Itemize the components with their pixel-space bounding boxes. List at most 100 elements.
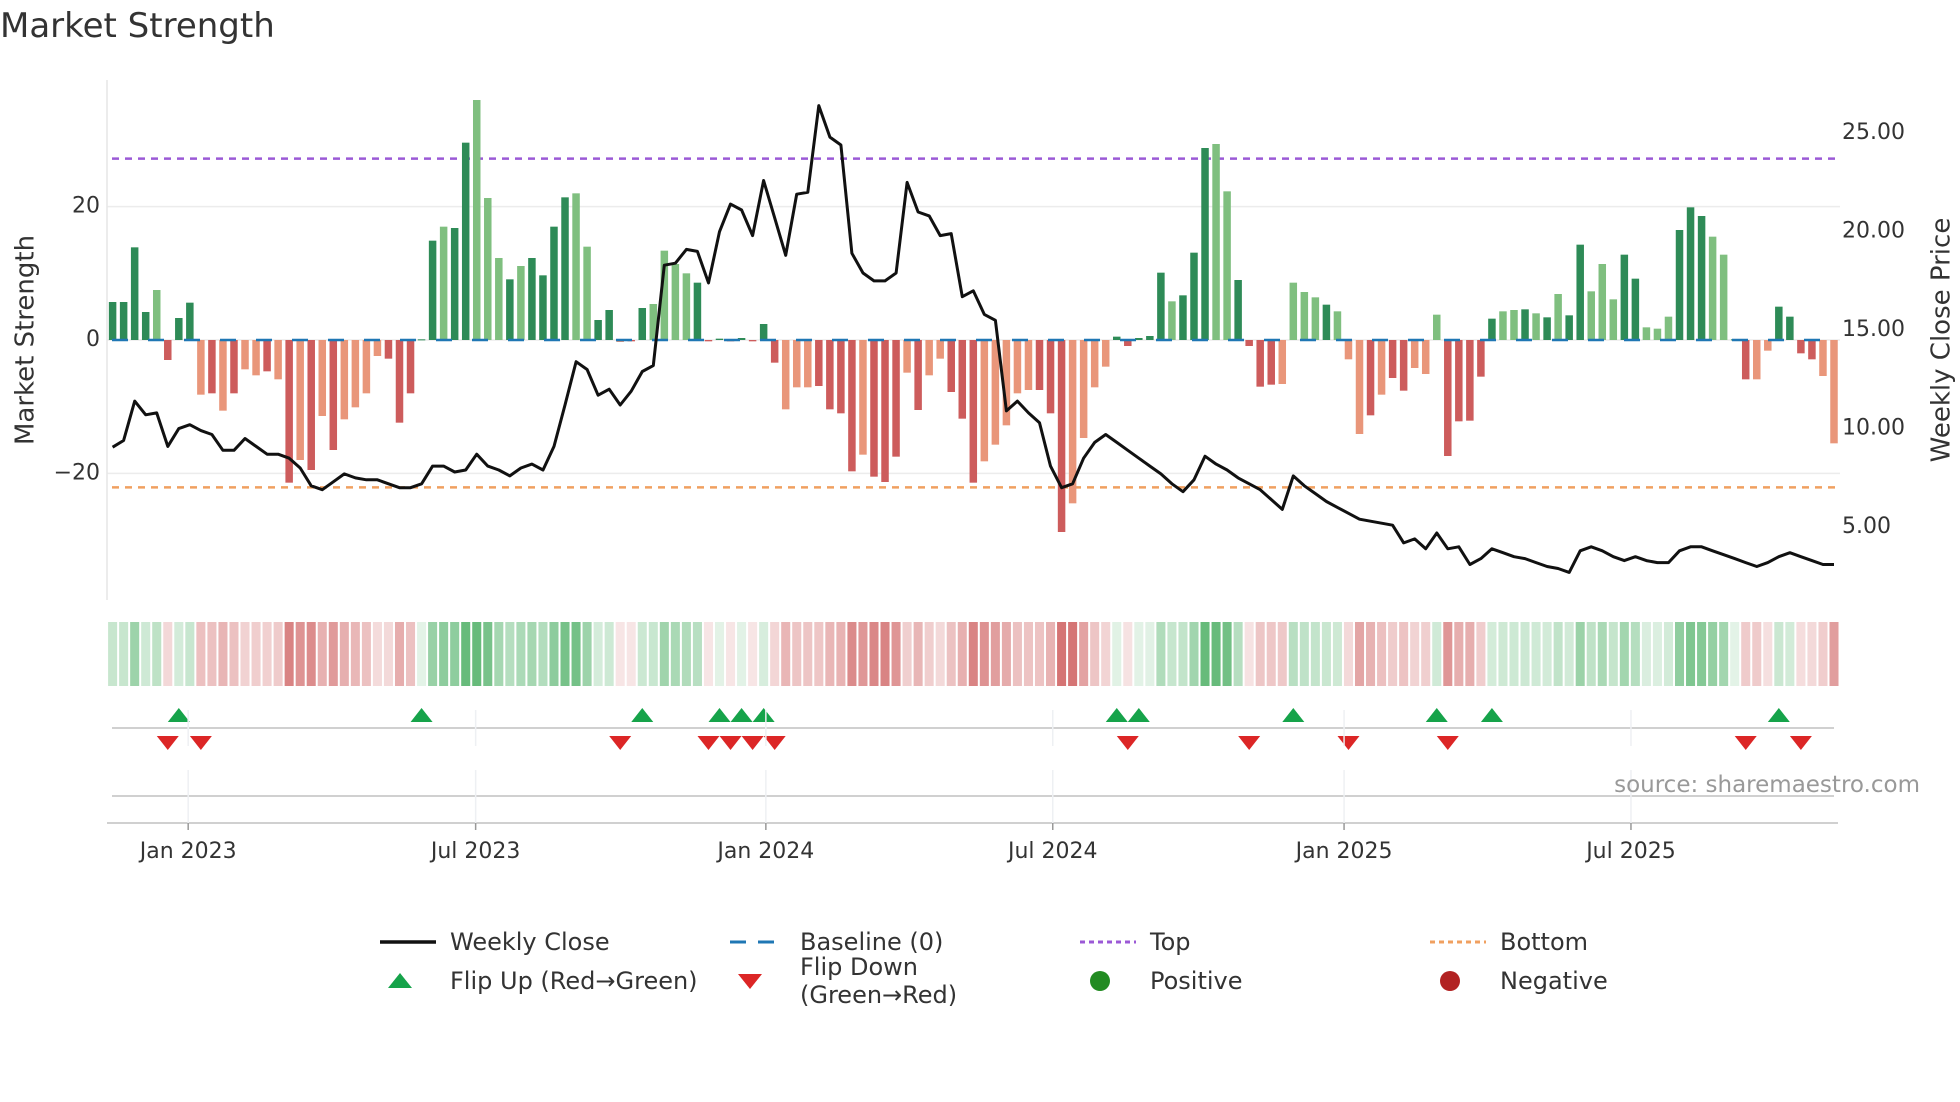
heat-cell bbox=[957, 622, 967, 686]
strength-bar bbox=[572, 193, 580, 340]
strength-bar bbox=[1477, 340, 1485, 377]
y2-tick-label: 20.00 bbox=[1842, 219, 1905, 244]
flip-down-marker bbox=[609, 736, 632, 750]
y-tick-label: −20 bbox=[54, 460, 100, 485]
strength-bar bbox=[1576, 244, 1584, 340]
heat-cell bbox=[1708, 622, 1718, 686]
heat-cell bbox=[328, 622, 338, 686]
strength-bar bbox=[1024, 340, 1033, 390]
heat-cell bbox=[1663, 622, 1673, 686]
heat-cell bbox=[803, 622, 813, 686]
strength-bar bbox=[1090, 340, 1099, 388]
solid-line-icon bbox=[378, 932, 438, 952]
strength-bar bbox=[1013, 340, 1022, 394]
strength-bar bbox=[561, 197, 569, 340]
strength-bar bbox=[263, 340, 271, 372]
heat-cell bbox=[130, 622, 140, 686]
strength-bar bbox=[1245, 340, 1253, 346]
strength-bar bbox=[715, 338, 724, 340]
y-tick-label: 0 bbox=[86, 327, 100, 352]
heat-cell bbox=[428, 622, 438, 686]
strength-bar bbox=[1300, 292, 1309, 340]
heat-cell bbox=[1200, 622, 1210, 686]
heat-cell bbox=[394, 622, 405, 686]
strength-bar bbox=[914, 340, 922, 410]
flip-up-marker bbox=[1127, 708, 1150, 722]
heat-cell bbox=[615, 622, 625, 686]
heat-cell bbox=[284, 622, 294, 686]
legend-negative: Negative bbox=[1428, 967, 1778, 995]
heat-cell bbox=[1443, 622, 1453, 686]
heat-cell bbox=[406, 622, 416, 686]
strength-bar bbox=[528, 258, 536, 340]
heat-cell bbox=[1222, 622, 1232, 686]
strength-bar bbox=[958, 340, 967, 419]
strength-bar bbox=[1598, 264, 1607, 340]
y2-tick-label: 10.00 bbox=[1842, 416, 1905, 441]
heat-cell bbox=[759, 622, 769, 686]
heat-cell bbox=[1829, 622, 1839, 686]
heat-cell bbox=[560, 622, 570, 686]
heat-cell bbox=[1332, 622, 1342, 686]
heat-cell bbox=[306, 622, 316, 686]
heat-cell bbox=[207, 622, 217, 686]
strength-bar bbox=[1421, 340, 1430, 374]
legend-label: Flip Down (Green→Red) bbox=[800, 952, 958, 1009]
heat-cell bbox=[1641, 622, 1651, 686]
strength-bar bbox=[638, 308, 647, 340]
heat-cell bbox=[494, 622, 504, 686]
heat-cell bbox=[659, 622, 669, 686]
y-axis-label: Market Strength bbox=[11, 235, 41, 445]
strength-bar bbox=[1157, 272, 1165, 340]
heat-cell bbox=[262, 622, 272, 686]
strength-bar bbox=[1190, 252, 1198, 340]
heat-cell bbox=[1818, 622, 1828, 686]
strength-bar bbox=[1333, 311, 1342, 340]
strength-bar bbox=[792, 340, 801, 388]
heat-cell bbox=[1057, 622, 1067, 686]
triangle-down-icon bbox=[728, 971, 788, 991]
strength-bar bbox=[848, 340, 856, 472]
strength-bar bbox=[1587, 291, 1595, 340]
heat-cell bbox=[383, 622, 393, 686]
strength-bar bbox=[1455, 340, 1463, 422]
heat-cell bbox=[1167, 622, 1177, 686]
strength-bar bbox=[583, 246, 591, 340]
strength-bar bbox=[1256, 340, 1264, 387]
heat-cell bbox=[1101, 622, 1111, 686]
strength-bar bbox=[1146, 336, 1154, 340]
flip-up-marker bbox=[631, 708, 654, 722]
dashed-line-icon bbox=[728, 932, 788, 952]
heat-cell bbox=[538, 622, 548, 686]
heat-cell bbox=[781, 622, 791, 686]
strength-bar bbox=[417, 339, 426, 341]
heat-cell bbox=[317, 622, 327, 686]
heat-cell bbox=[273, 622, 283, 686]
y2-tick-label: 15.00 bbox=[1842, 317, 1905, 342]
heat-cell bbox=[1608, 622, 1618, 686]
heat-cell bbox=[626, 622, 636, 686]
heat-cell bbox=[1399, 622, 1409, 686]
strength-bar bbox=[439, 226, 448, 340]
strength-bar bbox=[241, 340, 249, 370]
strength-bar bbox=[340, 340, 349, 420]
flip-down-marker bbox=[1734, 736, 1757, 750]
heat-cell bbox=[714, 622, 725, 686]
flip-up-marker bbox=[752, 708, 775, 722]
heat-cell bbox=[681, 622, 691, 686]
flip-up-marker bbox=[1282, 708, 1305, 722]
heat-cell bbox=[1542, 622, 1552, 686]
heat-cell bbox=[836, 622, 846, 686]
heat-cell bbox=[1697, 622, 1707, 686]
heat-cell bbox=[1421, 622, 1431, 686]
heat-cell bbox=[1255, 622, 1265, 686]
heat-cell bbox=[1686, 622, 1696, 686]
heat-cell bbox=[1575, 622, 1585, 686]
heat-cell bbox=[990, 622, 1000, 686]
heat-cell bbox=[1652, 622, 1662, 686]
strength-bar bbox=[1708, 236, 1717, 340]
legend-positive: Positive bbox=[1078, 967, 1428, 995]
strength-bar bbox=[925, 340, 933, 376]
strength-bar bbox=[1201, 148, 1209, 340]
strength-bar bbox=[1057, 340, 1066, 532]
